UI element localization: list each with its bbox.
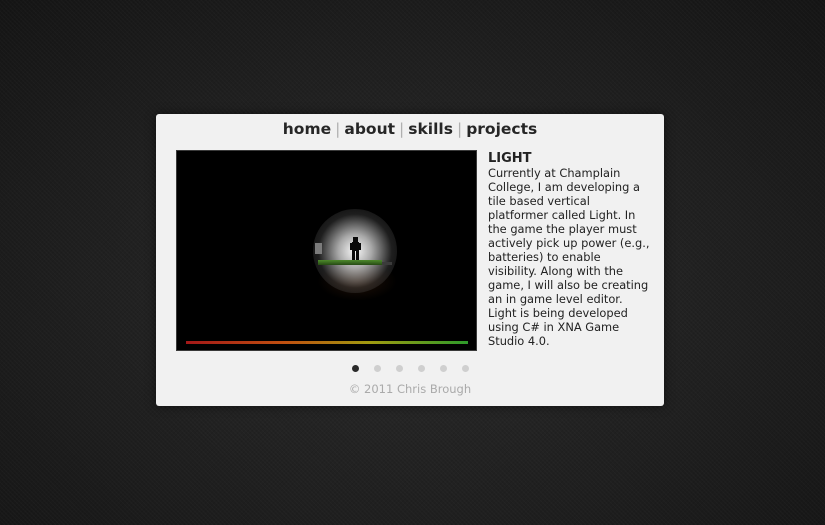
slider-dot-2[interactable] [373,365,381,372]
screenshot-energy-bar [186,341,468,344]
content-card: home | about | skills | projects LIGHT Current… [156,114,664,406]
screenshot-wall-block [315,243,322,254]
main-nav: home | about | skills | projects [156,120,664,138]
nav-projects-link[interactable]: projects [466,120,537,138]
slider-pagination [156,365,664,372]
nav-separator: | [335,120,341,138]
slider-dot-6[interactable] [461,365,469,372]
project-title: LIGHT [488,151,532,166]
nav-separator: | [399,120,405,138]
slider-dot-3[interactable] [395,365,403,372]
nav-separator: | [456,120,463,138]
nav-skills-link[interactable]: skills [408,120,453,138]
screenshot-player-figure [350,237,361,260]
project-description-panel: LIGHT Currently at Champlain College, I … [488,151,650,348]
nav-about-link[interactable]: about [344,120,395,138]
slider-dot-5[interactable] [439,365,447,372]
slider-dot-1[interactable] [351,365,359,372]
project-screenshot [176,150,477,351]
project-description: Currently at Champlain College, I am dev… [488,166,650,348]
slider-dot-4[interactable] [417,365,425,372]
copyright-footer: © 2011 Chris Brough [348,382,472,396]
nav-home-link[interactable]: home [283,120,331,138]
screenshot-ledge-block [382,262,392,265]
